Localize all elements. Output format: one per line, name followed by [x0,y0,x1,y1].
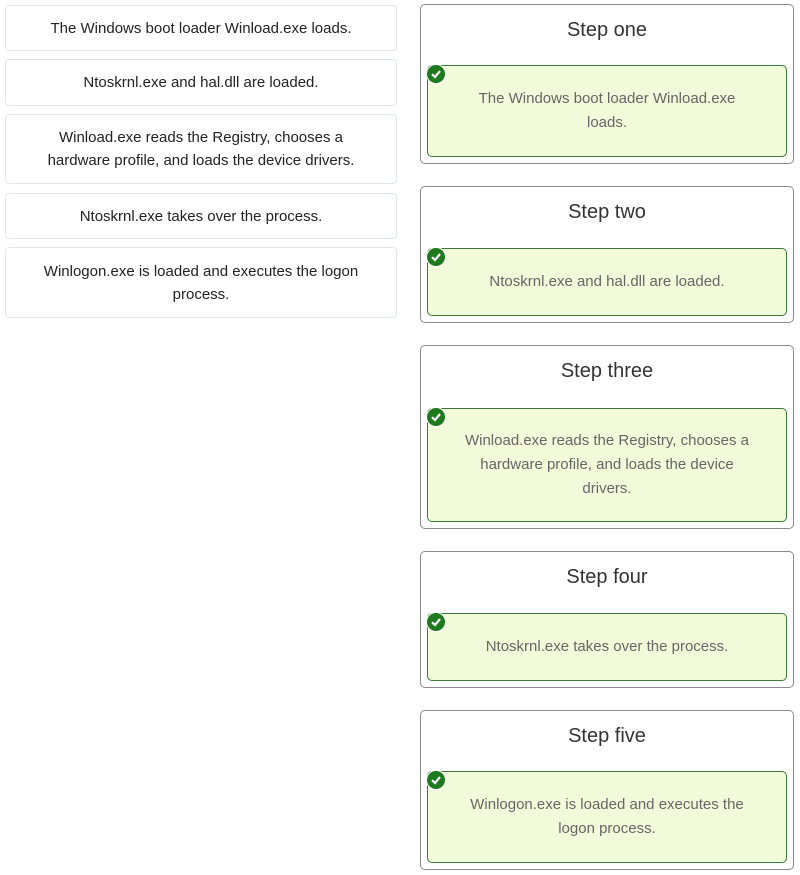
answer-slot[interactable]: Ntoskrnl.exe and hal.dll are loaded. [426,247,787,316]
step-title: Step five [568,725,646,747]
answer-text: Ntoskrnl.exe takes over the process. [485,638,729,655]
answer-text: Winlogon.exe is loaded and executes the … [470,796,744,837]
check-circle-icon [426,247,446,267]
source-item[interactable]: Winload.exe reads the Registry, chooses … [5,114,397,184]
source-item[interactable]: Ntoskrnl.exe takes over the process. [5,193,397,239]
source-item[interactable]: Ntoskrnl.exe and hal.dll are loaded. [5,59,397,106]
step-title: Step one [566,19,648,41]
source-item[interactable]: The Windows boot loader Winload.exe load… [5,5,397,51]
step-title: Step four [566,566,648,588]
answer-text: The Windows boot loader Winload.exe load… [478,90,736,131]
step-target[interactable]: Step three Winload.exe reads the Registr… [420,345,794,529]
source-item[interactable]: Winlogon.exe is loaded and executes the … [5,247,397,318]
check-circle-icon [426,770,446,790]
answer-text: Ntoskrnl.exe and hal.dll are loaded. [489,273,725,290]
source-item-label: Winload.exe reads the Registry, chooses … [47,129,355,169]
check-circle-icon [426,64,446,84]
step-title: Step two [568,201,646,223]
step-target[interactable]: Step one The Windows boot loader Winload… [420,4,794,164]
answer-slot[interactable]: Winlogon.exe is loaded and executes the … [426,770,787,863]
step-target[interactable]: Step four Ntoskrnl.exe takes over the pr… [420,551,794,688]
answer-text: Winload.exe reads the Registry, chooses … [464,432,750,497]
answer-slot[interactable]: The Windows boot loader Winload.exe load… [426,64,787,157]
step-title: Step three [560,360,654,382]
answer-slot[interactable]: Ntoskrnl.exe takes over the process. [426,612,787,681]
step-target[interactable]: Step two Ntoskrnl.exe and hal.dll are lo… [420,186,794,323]
source-item-label: Ntoskrnl.exe and hal.dll are loaded. [83,74,319,91]
source-item-label: The Windows boot loader Winload.exe load… [50,19,352,37]
source-item-label: Winlogon.exe is loaded and executes the … [43,262,359,303]
answer-slot[interactable]: Winload.exe reads the Registry, chooses … [426,407,787,522]
check-circle-icon [426,407,446,427]
step-target[interactable]: Step five Winlogon.exe is loaded and exe… [420,710,794,870]
source-item-label: Ntoskrnl.exe takes over the process. [79,207,323,225]
check-circle-icon [426,612,446,632]
